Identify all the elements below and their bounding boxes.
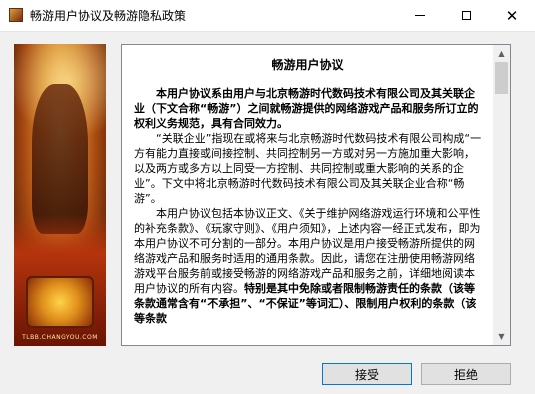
agreement-content: 畅游用户协议 本用户协议系由用户与北京畅游时代数码技术有限公司及其关联企业（下文…	[122, 45, 493, 345]
agreement-text-box[interactable]: 畅游用户协议 本用户协议系由用户与北京畅游时代数码技术有限公司及其关联企业（下文…	[121, 44, 511, 346]
accept-button[interactable]: 接受	[322, 363, 412, 385]
app-icon	[9, 8, 23, 22]
close-icon: ✕	[505, 6, 519, 25]
minimize-button[interactable]	[397, 0, 443, 31]
title-bar[interactable]: 畅游用户协议及畅游隐私政策 ✕	[0, 0, 535, 32]
agreement-heading: 畅游用户协议	[271, 58, 344, 72]
maximize-button[interactable]	[443, 0, 489, 31]
minimize-icon	[415, 15, 425, 16]
window-title: 畅游用户协议及畅游隐私政策	[30, 9, 187, 23]
agreement-paragraph: 本用户协议系由用户与北京畅游时代数码技术有限公司及其关联企业（下文合称“畅游”）…	[134, 86, 483, 131]
game-banner-image: TLBB.CHANGYOU.COM	[14, 44, 106, 346]
warrior-figure	[32, 84, 88, 234]
agreement-paragraph-bold: 本用户协议系由用户与北京畅游时代数码技术有限公司及其关联企业（下文合称“畅游”）…	[134, 87, 479, 130]
agreement-paragraph: 本用户协议包括本协议正文、《关于维护网络游戏运行环境和公平性的补充条款》、《玩家…	[134, 206, 483, 326]
vertical-scrollbar[interactable]: ▲ ▼	[493, 45, 510, 345]
scroll-down-arrow-icon[interactable]: ▼	[493, 328, 510, 345]
game-logo-emblem	[26, 276, 94, 328]
agreement-paragraph: “关联企业”指现在或将来与北京畅游时代数码技术有限公司构成“一方有能力直接或间接…	[134, 132, 482, 205]
maximize-icon	[461, 11, 471, 20]
close-button[interactable]: ✕	[489, 0, 535, 31]
scroll-thumb[interactable]	[495, 62, 508, 94]
reject-button[interactable]: 拒绝	[421, 363, 511, 385]
scroll-up-arrow-icon[interactable]: ▲	[493, 45, 510, 62]
game-logo-url: TLBB.CHANGYOU.COM	[22, 334, 98, 341]
